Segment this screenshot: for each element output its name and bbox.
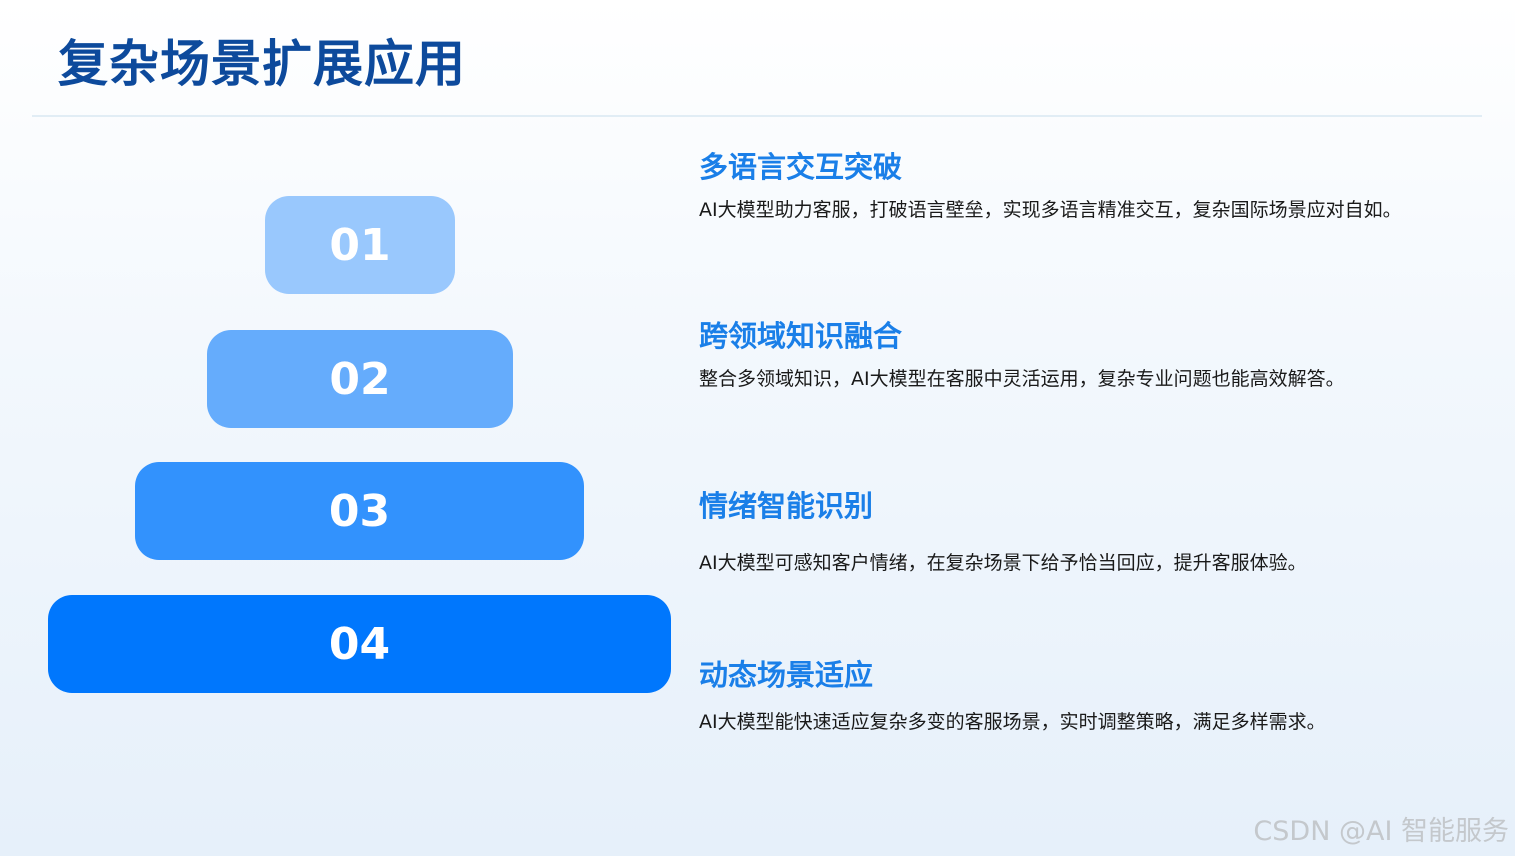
step-badge-03: 03 [135, 462, 584, 560]
feature-title: 情绪智能识别 [699, 489, 874, 523]
watermark-text: CSDN @AI 智能服务 [1253, 816, 1509, 847]
step-number: 04 [328, 618, 391, 670]
step-badge-01: 01 [265, 196, 455, 294]
title-divider [32, 115, 1482, 117]
step-badge-04: 04 [48, 595, 671, 693]
feature-title: 多语言交互突破 [699, 150, 903, 184]
feature-title: 跨领域知识融合 [699, 319, 903, 353]
feature-item-cross-domain: 跨领域知识融合 整合多领域知识，AI大模型在客服中灵活运用，复杂专业问题也能高效… [699, 316, 1459, 396]
step-number: 02 [329, 353, 391, 405]
feature-item-dynamic: 动态场景适应 AI大模型能快速适应复杂多变的客服场景，实时调整策略，满足多样需求… [699, 655, 1459, 739]
feature-item-emotion: 情绪智能识别 AI大模型可感知客户情绪，在复杂场景下给予恰当回应，提升客服体验。 [699, 486, 1459, 580]
feature-item-multilingual: 多语言交互突破 AI大模型助力客服，打破语言壁垒，实现多语言精准交互，复杂国际场… [699, 147, 1459, 227]
feature-description: AI大模型助力客服，打破语言壁垒，实现多语言精准交互，复杂国际场景应对自如。 [699, 199, 1402, 221]
feature-title: 动态场景适应 [699, 658, 874, 692]
feature-description: 整合多领域知识，AI大模型在客服中灵活运用，复杂专业问题也能高效解答。 [699, 368, 1345, 390]
feature-description: AI大模型能快速适应复杂多变的客服场景，实时调整策略，满足多样需求。 [699, 711, 1326, 733]
step-badge-02: 02 [207, 330, 513, 428]
step-number: 03 [328, 485, 391, 537]
step-number: 01 [329, 219, 391, 271]
feature-description: AI大模型可感知客户情绪，在复杂场景下给予恰当回应，提升客服体验。 [699, 552, 1307, 574]
page-title: 复杂场景扩展应用 [58, 35, 466, 93]
